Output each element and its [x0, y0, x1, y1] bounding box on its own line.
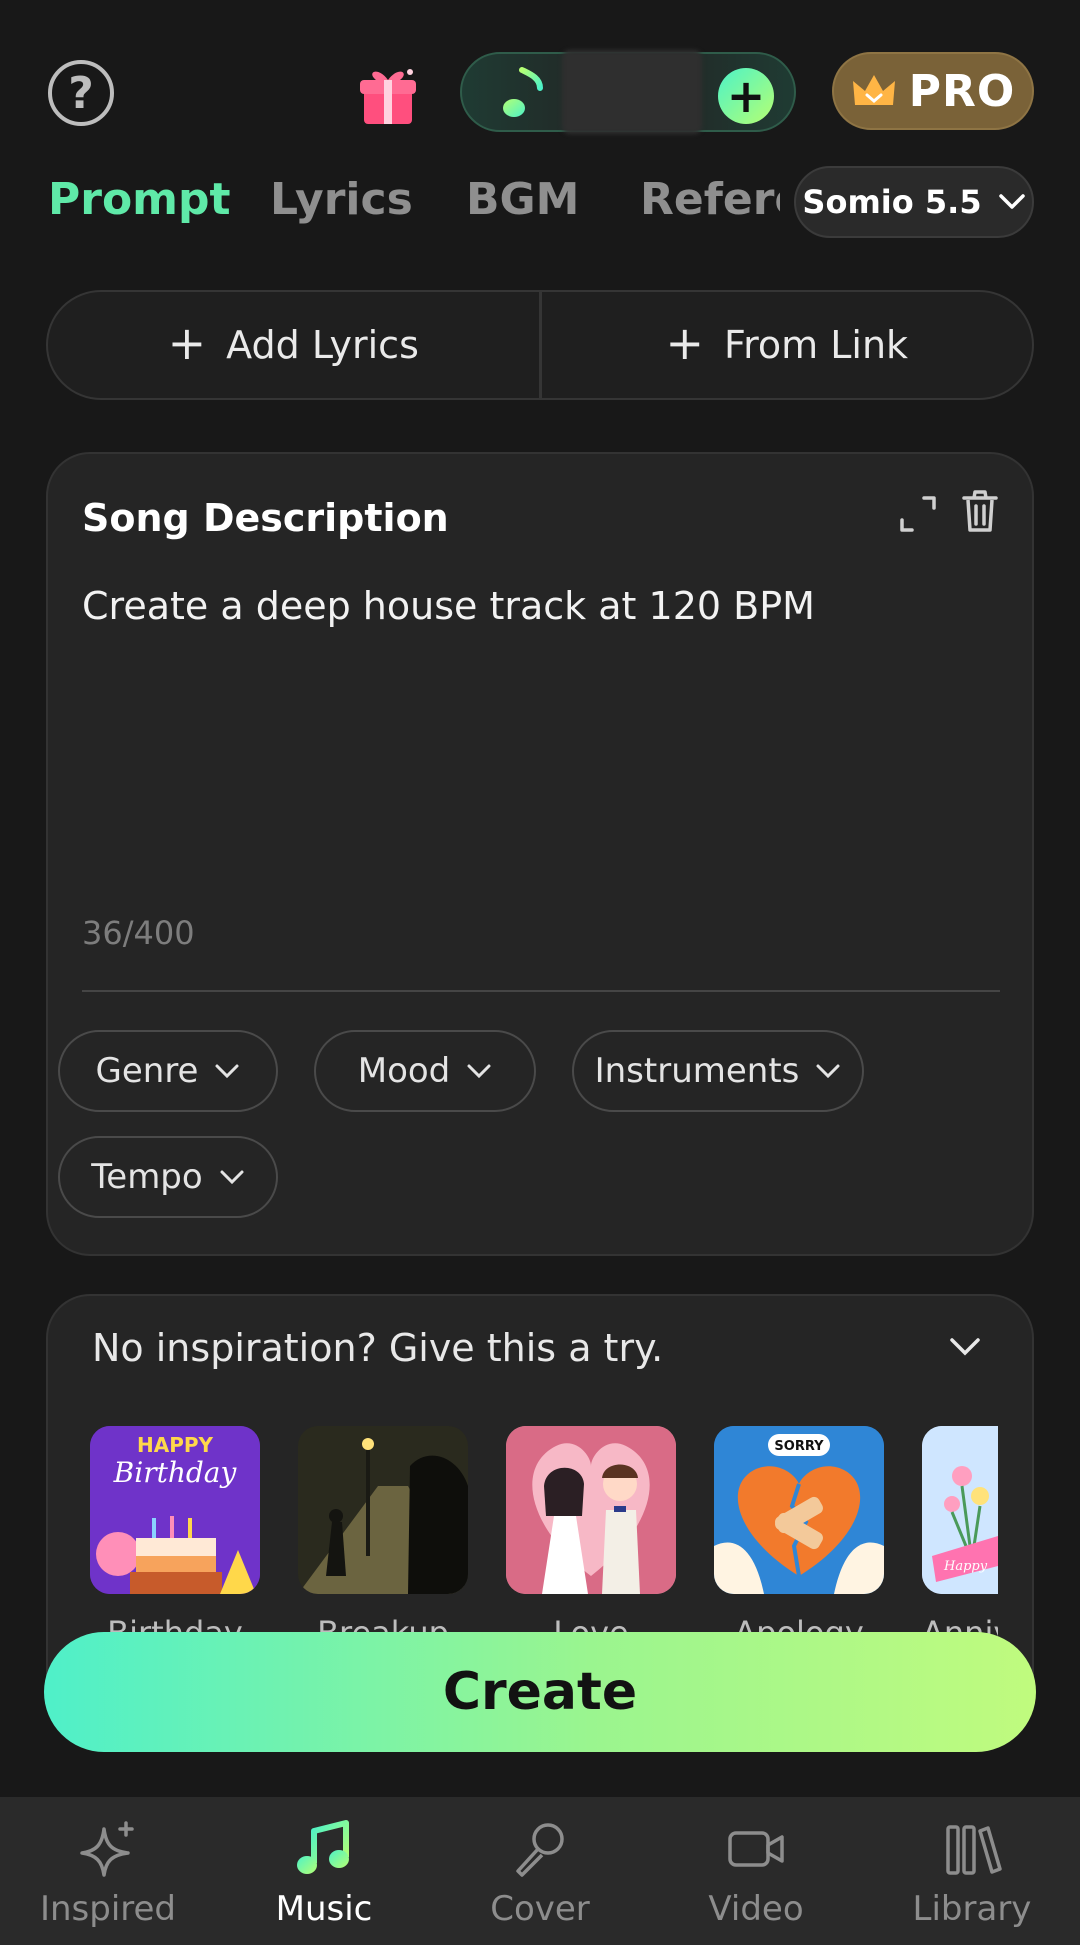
nav-item-cover[interactable]: Cover: [432, 1819, 648, 1929]
pro-label: PRO: [908, 65, 1016, 117]
question-circle-icon: ?: [68, 67, 94, 119]
lyrics-source-bar: + Add Lyrics + From Link: [46, 290, 1034, 400]
pro-button[interactable]: PRO: [832, 52, 1034, 130]
nav-label: Library: [912, 1889, 1032, 1929]
plus-icon: +: [726, 69, 766, 123]
nav-label: Inspired: [39, 1889, 177, 1929]
crown-icon: [852, 75, 895, 105]
thumb-text: SORRY: [774, 1439, 824, 1454]
breakup-image: [298, 1426, 468, 1594]
tab-reference[interactable]: Reference: [640, 174, 780, 225]
plus-icon: +: [665, 316, 704, 370]
top-bar: ? + PRO: [0, 0, 1080, 170]
bottom-nav: Inspired Music Cover Video Library: [0, 1797, 1080, 1945]
microphone-icon: [516, 1823, 564, 1877]
chevron-down-icon: [998, 194, 1025, 209]
chip-label: Instruments: [594, 1051, 800, 1091]
nav-item-inspired[interactable]: Inspired: [0, 1819, 216, 1929]
tab-prompt[interactable]: Prompt: [48, 174, 231, 225]
character-counter: 36/400: [82, 914, 195, 952]
chevron-down-icon[interactable]: [948, 1336, 982, 1358]
tempo-chip[interactable]: Tempo: [58, 1136, 278, 1218]
card-title: Song Description: [82, 496, 449, 540]
nav-item-video[interactable]: Video: [648, 1819, 864, 1929]
chip-label: Mood: [357, 1051, 451, 1091]
music-note-icon: [297, 1820, 349, 1874]
inspiration-item-breakup[interactable]: [298, 1426, 468, 1594]
help-button[interactable]: ?: [48, 60, 114, 126]
mood-chip[interactable]: Mood: [314, 1030, 536, 1112]
inspiration-title: No inspiration? Give this a try.: [92, 1326, 664, 1370]
chevron-down-icon: [816, 1064, 840, 1079]
mode-tabs: Prompt Lyrics BGM Reference: [0, 160, 780, 240]
plus-icon: +: [167, 316, 207, 370]
create-button[interactable]: Create: [44, 1632, 1036, 1752]
thumb-text: Happy: [943, 1559, 988, 1574]
chevron-down-icon: [467, 1064, 491, 1079]
chip-label: Genre: [95, 1051, 199, 1091]
expand-icon[interactable]: [894, 490, 942, 538]
inspiration-item-love[interactable]: [506, 1426, 676, 1594]
nav-item-library[interactable]: Library: [864, 1819, 1080, 1929]
gift-button[interactable]: [356, 64, 420, 128]
chip-label: Tempo: [91, 1157, 203, 1197]
tab-lyrics[interactable]: Lyrics: [270, 174, 413, 225]
inspiration-item-apology[interactable]: SORRY: [714, 1426, 884, 1594]
from-link-label: From Link: [724, 323, 909, 367]
nav-label: Cover: [490, 1889, 590, 1929]
gift-icon: [360, 69, 416, 124]
divider: [82, 990, 1000, 992]
nav-label: Video: [708, 1889, 804, 1929]
broken-heart-bandage-image: SORRY: [714, 1426, 884, 1594]
model-label: Somio 5.5: [802, 183, 982, 221]
tab-bgm[interactable]: BGM: [466, 174, 579, 225]
chevron-down-icon: [220, 1170, 244, 1185]
music-create-screen: ? + PRO Prompt Lyrics BGM Refer Somio 5.…: [0, 0, 1080, 1945]
video-camera-icon: [728, 1831, 784, 1867]
add-lyrics-label: Add Lyrics: [226, 323, 419, 367]
sparkle-icon: [80, 1821, 134, 1877]
add-lyrics-button[interactable]: + Add Lyrics: [48, 292, 539, 398]
inspiration-item-anniversary[interactable]: Happy: [922, 1426, 998, 1594]
song-description-card: Song Description Create a deep house tra…: [46, 452, 1034, 1256]
instruments-chip[interactable]: Instruments: [572, 1030, 864, 1112]
nav-item-music[interactable]: Music: [216, 1819, 432, 1929]
genre-chip[interactable]: Genre: [58, 1030, 278, 1112]
birthday-cake-image: HAPPY Birthday: [90, 1426, 260, 1594]
credits-value-blurred: [562, 50, 702, 134]
add-credits-button[interactable]: +: [718, 68, 774, 124]
trash-icon[interactable]: [958, 488, 1002, 536]
from-link-button[interactable]: + From Link: [542, 292, 1033, 398]
inspiration-item-birthday[interactable]: HAPPY Birthday: [90, 1426, 260, 1594]
thumb-text: Birthday: [113, 1456, 238, 1489]
nav-label: Music: [275, 1889, 373, 1929]
flower-bouquet-image: Happy: [922, 1426, 998, 1594]
music-note-icon: [503, 67, 543, 117]
chevron-down-icon: [215, 1064, 239, 1079]
song-description-input[interactable]: Create a deep house track at 120 BPM: [82, 584, 1002, 628]
wedding-couple-image: [506, 1426, 676, 1594]
credits-pill[interactable]: +: [460, 50, 796, 134]
thumb-text: HAPPY: [137, 1433, 214, 1457]
model-selector[interactable]: Somio 5.5: [794, 166, 1034, 238]
library-icon: [946, 1825, 1002, 1875]
